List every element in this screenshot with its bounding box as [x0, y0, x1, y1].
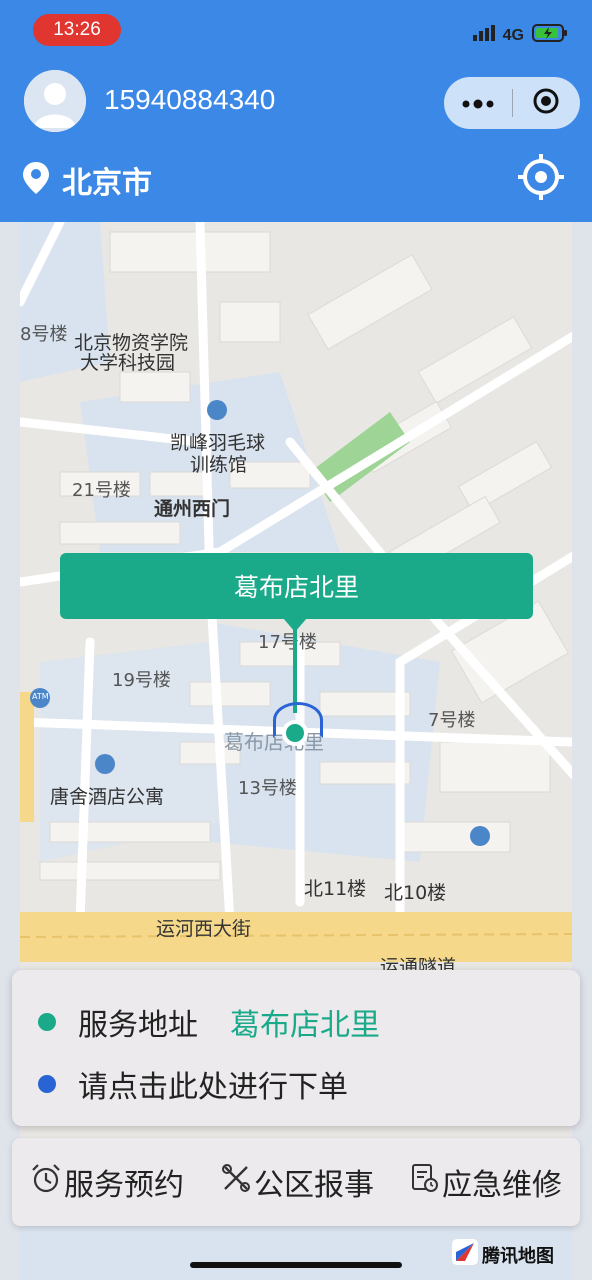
network-type: 4G	[502, 26, 524, 44]
tools-icon	[220, 1162, 252, 1202]
service-address: 葛布店北里	[230, 1008, 380, 1043]
service-booking-label: 服务预约	[64, 1168, 184, 1203]
user-phone: 15940884340	[104, 84, 276, 115]
alarm-clock-icon	[30, 1162, 62, 1202]
order-dot-icon	[38, 1075, 56, 1093]
city-name: 北京市	[62, 166, 152, 201]
crosshair-icon	[516, 154, 566, 206]
close-miniprogram-button[interactable]	[513, 77, 581, 129]
map-provider-logo: 腾讯地图	[452, 1239, 554, 1270]
map-label: 通州西门	[154, 498, 231, 520]
map-label: 北11楼	[304, 878, 367, 900]
atm-label: ATM	[32, 692, 49, 701]
map-provider-name: 腾讯地图	[482, 1245, 554, 1267]
map-label: 7号楼	[428, 710, 476, 731]
miniprogram-capsule	[444, 77, 580, 129]
more-dots-icon	[461, 94, 495, 113]
header: 13:26 4G 15940884340 北京市	[0, 0, 592, 222]
signal-icon	[472, 25, 495, 46]
map-label: 19号楼	[112, 670, 171, 691]
status-time: 13:26	[33, 14, 121, 46]
document-clock-icon	[410, 1162, 440, 1202]
public-area-report-button[interactable]: 公区报事	[220, 1160, 374, 1204]
order-prompt[interactable]: 请点击此处进行下单	[78, 1062, 348, 1106]
map-label: 13号楼	[238, 778, 297, 799]
order-row[interactable]: 请点击此处进行下单	[38, 1062, 348, 1106]
service-booking-button[interactable]: 服务预约	[30, 1160, 184, 1204]
bottom-actions: 服务预约 公区报事 应急维修	[12, 1138, 580, 1226]
city-selector[interactable]: 北京市	[22, 158, 152, 202]
public-area-report-label: 公区报事	[254, 1168, 374, 1203]
service-label: 服务地址	[78, 1008, 198, 1043]
status-indicators: 4G	[472, 24, 568, 47]
emergency-repair-button[interactable]: 应急维修	[410, 1160, 562, 1204]
map-label: 大学科技园	[80, 352, 176, 374]
avatar[interactable]	[24, 70, 86, 132]
map-label: 21号楼	[72, 480, 131, 501]
target-circle-icon	[532, 87, 560, 119]
relocate-button[interactable]	[516, 152, 566, 202]
battery-icon	[532, 24, 568, 47]
service-address-row: 服务地址 葛布店北里	[38, 1000, 380, 1044]
tencent-map-logo-icon	[452, 1239, 478, 1270]
home-indicator	[190, 1262, 402, 1268]
pin-stem	[293, 618, 297, 713]
map-label: 8号楼	[20, 324, 68, 345]
service-dot-icon	[38, 1013, 56, 1031]
map-label: 唐舍酒店公寓	[50, 786, 165, 808]
map-label: 运河西大街	[156, 918, 252, 940]
location-pin-icon	[22, 161, 50, 199]
location-marker	[282, 720, 308, 746]
map-label: 北10楼	[384, 882, 447, 904]
more-button[interactable]	[444, 77, 512, 129]
map-label: 训练馆	[190, 454, 248, 476]
service-card: 服务地址 葛布店北里 请点击此处进行下单	[12, 970, 580, 1126]
location-callout[interactable]: 葛布店北里	[60, 553, 533, 619]
emergency-repair-label: 应急维修	[442, 1168, 562, 1203]
